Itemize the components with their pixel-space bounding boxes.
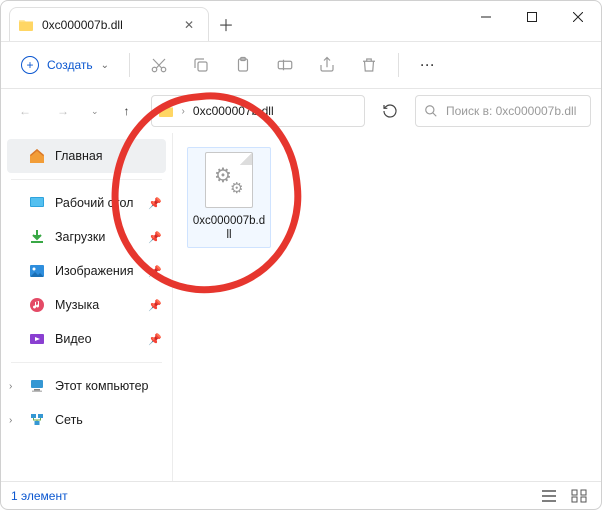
- toolbar: + Создать ⌄ ···: [1, 41, 601, 89]
- sidebar: Главная Рабочий стол 📌 Загрузки 📌 Изобра…: [1, 133, 173, 481]
- videos-icon: [29, 331, 45, 347]
- sidebar-item-this-pc[interactable]: › Этот компьютер: [1, 369, 172, 403]
- titlebar: 0xc000007b.dll ✕ ＋: [1, 1, 601, 41]
- folder-icon: [18, 17, 34, 33]
- details-view-button[interactable]: [537, 486, 561, 506]
- file-name-label: 0xc000007b.dll: [192, 214, 266, 243]
- sidebar-item-label: Изображения: [55, 264, 134, 278]
- close-button[interactable]: [555, 1, 601, 33]
- history-dropdown[interactable]: ⌄: [87, 102, 103, 121]
- content-area[interactable]: ⚙ ⚙ 0xc000007b.dll: [173, 133, 601, 481]
- window-controls: [463, 1, 601, 33]
- up-button[interactable]: ↑: [113, 97, 141, 125]
- network-icon: [29, 412, 45, 428]
- icons-view-button[interactable]: [567, 486, 591, 506]
- sidebar-item-downloads[interactable]: Загрузки 📌: [1, 220, 172, 254]
- sidebar-item-label: Главная: [55, 149, 103, 163]
- delete-button[interactable]: [350, 47, 388, 83]
- chevron-right-icon: ›: [180, 106, 187, 117]
- desktop-icon: [29, 195, 45, 211]
- tab-title: 0xc000007b.dll: [42, 18, 172, 32]
- pin-icon: 📌: [148, 299, 162, 312]
- gear-icon: ⚙: [230, 179, 243, 197]
- nav-row: ← → ⌄ ↑ › 0xc000007b.dll: [1, 89, 601, 133]
- maximize-button[interactable]: [509, 1, 555, 33]
- status-item-count: 1 элемент: [11, 489, 68, 503]
- sidebar-item-music[interactable]: Музыка 📌: [1, 288, 172, 322]
- more-button[interactable]: ···: [409, 47, 447, 83]
- back-button[interactable]: ←: [11, 97, 39, 125]
- create-label: Создать: [47, 58, 93, 72]
- pin-icon: 📌: [148, 333, 162, 346]
- folder-icon: [158, 103, 174, 119]
- tab-close-button[interactable]: ✕: [180, 16, 198, 34]
- create-new-button[interactable]: + Создать ⌄: [11, 50, 119, 80]
- new-tab-button[interactable]: ＋: [209, 7, 243, 41]
- downloads-icon: [29, 229, 45, 245]
- dll-file-icon: ⚙ ⚙: [205, 152, 253, 208]
- pin-icon: 📌: [148, 265, 162, 278]
- sidebar-item-label: Сеть: [55, 413, 83, 427]
- cut-button[interactable]: [140, 47, 178, 83]
- status-bar: 1 элемент: [1, 481, 601, 509]
- search-icon: [424, 104, 438, 118]
- search-box[interactable]: [415, 95, 591, 127]
- toolbar-separator: [129, 53, 130, 77]
- sidebar-item-videos[interactable]: Видео 📌: [1, 322, 172, 356]
- pin-icon: 📌: [148, 197, 162, 210]
- refresh-button[interactable]: [375, 96, 405, 126]
- share-button[interactable]: [308, 47, 346, 83]
- search-input[interactable]: [446, 104, 582, 118]
- chevron-right-icon[interactable]: ›: [9, 381, 12, 392]
- forward-button[interactable]: →: [49, 97, 77, 125]
- minimize-button[interactable]: [463, 1, 509, 33]
- home-icon: [29, 148, 45, 164]
- sidebar-item-desktop[interactable]: Рабочий стол 📌: [1, 186, 172, 220]
- chevron-right-icon[interactable]: ›: [9, 415, 12, 426]
- copy-button[interactable]: [182, 47, 220, 83]
- sidebar-item-network[interactable]: › Сеть: [1, 403, 172, 437]
- pictures-icon: [29, 263, 45, 279]
- address-bar[interactable]: › 0xc000007b.dll: [151, 95, 365, 127]
- sidebar-item-label: Рабочий стол: [55, 196, 133, 210]
- sidebar-item-pictures[interactable]: Изображения 📌: [1, 254, 172, 288]
- sidebar-item-home[interactable]: Главная: [7, 139, 166, 173]
- toolbar-separator: [398, 53, 399, 77]
- rename-button[interactable]: [266, 47, 304, 83]
- pin-icon: 📌: [148, 231, 162, 244]
- address-segment[interactable]: 0xc000007b.dll: [193, 104, 274, 118]
- sidebar-item-label: Видео: [55, 332, 92, 346]
- sidebar-item-label: Музыка: [55, 298, 99, 312]
- computer-icon: [29, 378, 45, 394]
- chevron-down-icon: ⌄: [101, 60, 109, 71]
- sidebar-item-label: Загрузки: [55, 230, 105, 244]
- music-icon: [29, 297, 45, 313]
- sidebar-item-label: Этот компьютер: [55, 379, 148, 393]
- file-item[interactable]: ⚙ ⚙ 0xc000007b.dll: [187, 147, 271, 248]
- paste-button[interactable]: [224, 47, 262, 83]
- plus-circle-icon: +: [21, 56, 39, 74]
- tab-active[interactable]: 0xc000007b.dll ✕: [9, 7, 209, 41]
